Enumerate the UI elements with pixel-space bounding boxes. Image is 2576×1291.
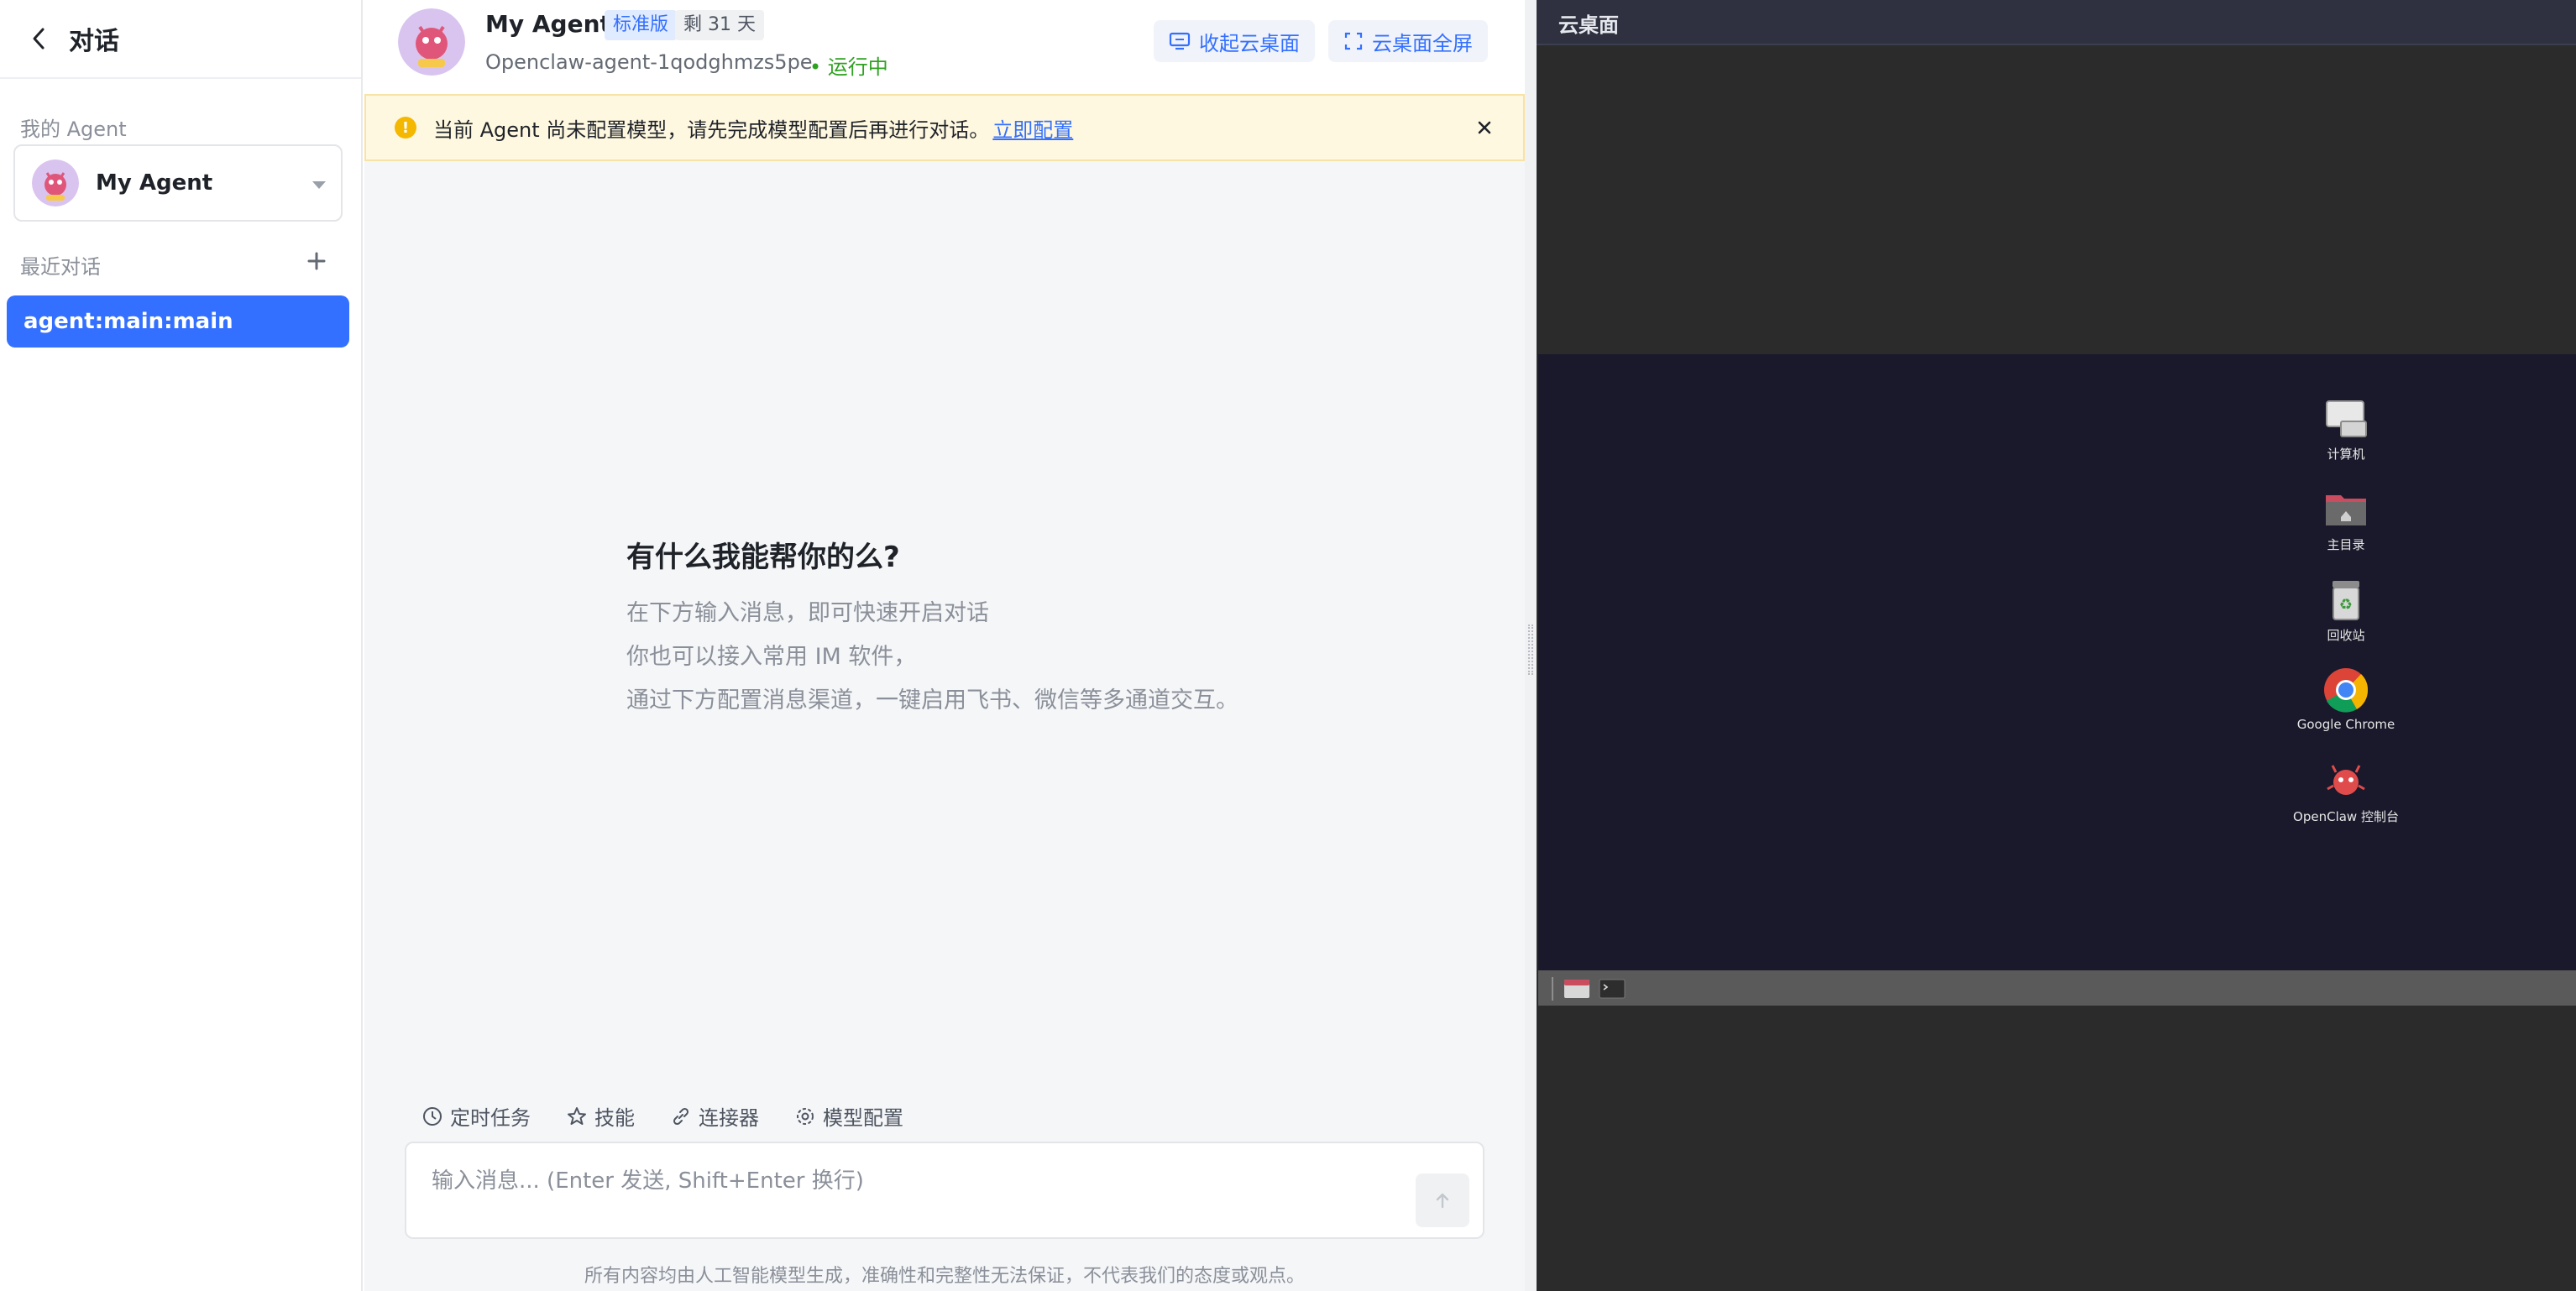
chrome-icon <box>2322 666 2369 713</box>
agent-title: My Agent <box>485 10 611 38</box>
close-icon[interactable] <box>1473 116 1496 139</box>
desktop-icon-openclaw[interactable]: OpenClaw 控制台 <box>2287 757 2405 825</box>
days-left-badge: 剩 31 天 <box>675 10 764 40</box>
cloud-desktop-title: 云桌面 <box>1558 13 1619 37</box>
openclaw-icon <box>2322 757 2369 804</box>
welcome-panel: 有什么我能帮你的么? 在下方输入消息，即可快速开启对话 你也可以接入常用 IM … <box>626 534 1238 723</box>
panel-resize-handle[interactable] <box>1525 0 1537 1291</box>
skills-button[interactable]: 技能 <box>566 1101 635 1131</box>
svg-text:♻: ♻ <box>2339 596 2353 614</box>
sidebar-title: 对话 <box>69 27 119 56</box>
terminal-icon[interactable] <box>1599 977 1626 1001</box>
avatar <box>32 159 79 206</box>
scheduled-tasks-label: 定时任务 <box>450 1106 531 1130</box>
connectors-button[interactable]: 连接器 <box>670 1101 759 1131</box>
connectors-label: 连接器 <box>699 1106 759 1130</box>
cloud-desktop-panel: 云桌面 计算机 主目录 ♻ 回收站 Google Chrome OpenClaw… <box>1537 0 2576 1291</box>
remote-desktop-screen[interactable]: 计算机 主目录 ♻ 回收站 Google Chrome OpenClaw 控制台 <box>1538 354 2576 970</box>
message-input[interactable] <box>432 1168 1355 1194</box>
fullscreen-desktop-label: 云桌面全屏 <box>1372 31 1473 55</box>
skills-label: 技能 <box>594 1106 635 1130</box>
status-badge: • 运行中 <box>809 55 888 79</box>
model-config-notice: ! 当前 Agent 尚未配置模型，请先完成模型配置后再进行对话。 立即配置 <box>364 94 1525 161</box>
model-config-button[interactable]: 模型配置 <box>794 1101 903 1131</box>
conversation-item-label: agent:main:main <box>24 309 233 334</box>
welcome-title: 有什么我能帮你的么? <box>626 541 900 574</box>
agent-select-name: My Agent <box>96 170 213 196</box>
sidebar-header: 对话 <box>0 0 361 79</box>
desktop-taskbar <box>1538 970 2576 1006</box>
desktop-icon-label: 计算机 <box>2327 447 2365 462</box>
recent-conversations-label: 最近对话 <box>20 255 101 279</box>
desktop-icon-chrome[interactable]: Google Chrome <box>2287 666 2405 732</box>
welcome-line: 通过下方配置消息渠道，一键启用飞书、微信等多通道交互。 <box>626 687 1238 713</box>
composer-toolbar: 定时任务 技能 连接器 模型配置 <box>421 1101 939 1131</box>
send-button[interactable] <box>1416 1173 1469 1227</box>
agent-select[interactable]: My Agent <box>13 144 343 222</box>
composer-area: 定时任务 技能 连接器 模型配置 所有内容均由人工智能模型生成，准确性和完整性无… <box>364 1083 1525 1291</box>
desktop-icon-label: OpenClaw 控制台 <box>2293 809 2399 824</box>
notice-text: 当前 Agent 尚未配置模型，请先完成模型配置后再进行对话。 <box>433 118 990 142</box>
back-icon[interactable] <box>27 27 50 50</box>
add-conversation-icon[interactable] <box>304 248 329 274</box>
fullscreen-desktop-button[interactable]: 云桌面全屏 <box>1328 20 1488 62</box>
arrow-up-icon <box>1436 1193 1449 1209</box>
desktop-icon-home[interactable]: 主目录 <box>2287 485 2405 553</box>
file-manager-icon[interactable] <box>1563 977 1590 1001</box>
gear-icon <box>797 1107 814 1125</box>
link-icon <box>673 1107 689 1125</box>
collapse-desktop-label: 收起云桌面 <box>1199 31 1300 55</box>
scheduled-tasks-button[interactable]: 定时任务 <box>421 1101 531 1131</box>
sidebar: 对话 我的 Agent My Agent 最近对话 agent:main:mai… <box>0 0 363 1291</box>
computer-icon <box>2322 395 2369 442</box>
agent-avatar <box>398 8 465 76</box>
model-config-label: 模型配置 <box>823 1106 903 1130</box>
disclaimer: 所有内容均由人工智能模型生成，准确性和完整性无法保证，不代表我们的态度或观点。 <box>584 1266 1305 1287</box>
agent-id: Openclaw-agent-1qodghmzs5pe <box>485 50 813 74</box>
cloud-desktop-header: 云桌面 <box>1537 0 2576 45</box>
clock-icon <box>423 1106 442 1126</box>
chevron-down-icon <box>312 181 326 189</box>
taskbar-separator <box>1552 977 1553 1001</box>
my-agent-label: 我的 Agent <box>20 118 127 141</box>
trash-icon: ♻ <box>2322 576 2369 623</box>
chat-main: My Agent 标准版 剩 31 天 Openclaw-agent-1qodg… <box>364 0 1525 1291</box>
desktop-icon-label: 主目录 <box>2327 537 2365 552</box>
desktop-icon-trash[interactable]: ♻ 回收站 <box>2287 576 2405 644</box>
desktop-icon-label: Google Chrome <box>2296 717 2395 732</box>
home-folder-icon <box>2322 485 2369 532</box>
configure-now-link[interactable]: 立即配置 <box>992 113 1073 143</box>
status-text: 运行中 <box>827 55 888 79</box>
collapse-desktop-button[interactable]: 收起云桌面 <box>1154 20 1315 62</box>
monitor-icon <box>1169 32 1191 50</box>
drag-handle-icon <box>1528 625 1533 675</box>
desktop-icon-label: 回收站 <box>2327 628 2365 643</box>
conversation-item[interactable]: agent:main:main <box>7 295 349 348</box>
welcome-line: 你也可以接入常用 IM 软件， <box>626 644 917 670</box>
plan-badge: 标准版 <box>605 10 678 40</box>
welcome-line: 在下方输入消息，即可快速开启对话 <box>626 600 989 626</box>
desktop-icon-computer[interactable]: 计算机 <box>2287 395 2405 463</box>
star-icon <box>568 1106 586 1125</box>
warning-icon: ! <box>395 117 416 139</box>
chat-header: My Agent 标准版 剩 31 天 Openclaw-agent-1qodg… <box>364 0 1525 94</box>
message-input-box <box>405 1142 1484 1239</box>
fullscreen-icon <box>1344 32 1363 50</box>
